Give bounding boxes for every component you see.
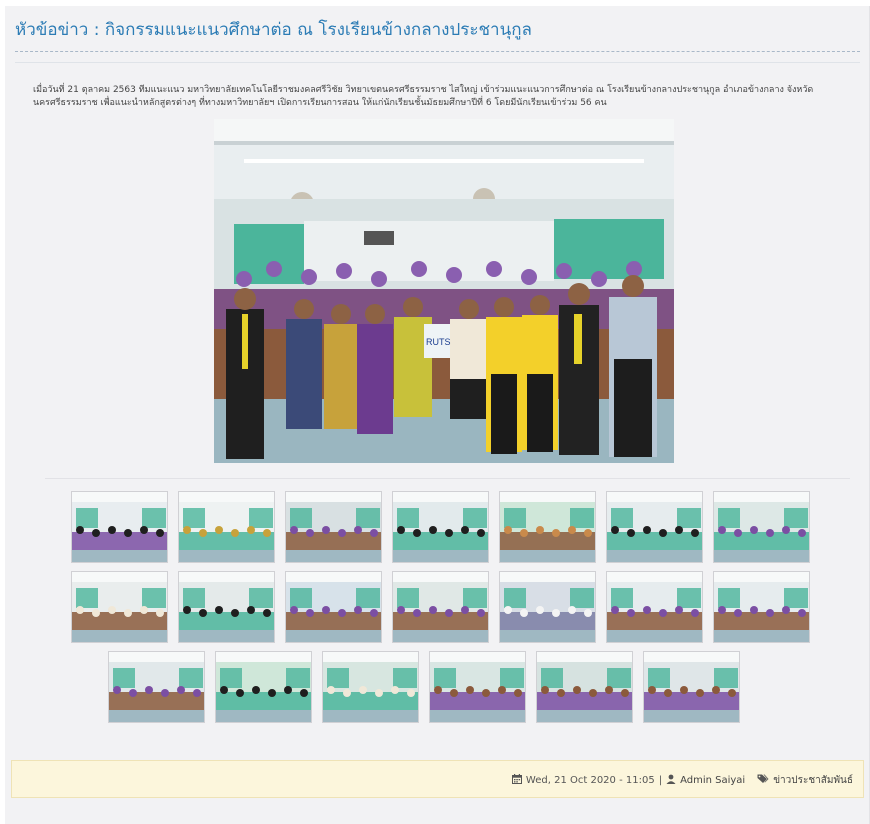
thumbnail-image bbox=[179, 492, 274, 562]
thumbnail-image bbox=[72, 572, 167, 642]
post-footer: Wed, 21 Oct 2020 - 11:05 | Admin Saiyai … bbox=[11, 760, 864, 798]
thumbnail-image bbox=[179, 572, 274, 642]
thumbnail-image bbox=[607, 492, 702, 562]
thumbnail-image bbox=[393, 492, 488, 562]
gallery-thumbnail[interactable] bbox=[71, 571, 168, 643]
thumbnail-image bbox=[109, 652, 204, 722]
thumbnail-image bbox=[216, 652, 311, 722]
gallery-thumbnail[interactable] bbox=[178, 491, 275, 563]
tags-icon bbox=[757, 774, 769, 787]
category-link[interactable]: ข่าวประชาสัมพันธ์ bbox=[773, 773, 853, 788]
thumbnail-image bbox=[286, 572, 381, 642]
group-photo-illustration: RUTS bbox=[214, 119, 674, 463]
thumbnail-image bbox=[714, 492, 809, 562]
news-title: หัวข้อข่าว : กิจกรรมแนะแนวศึกษาต่อ ณ โรง… bbox=[15, 16, 860, 52]
gallery-thumbnail[interactable] bbox=[606, 571, 703, 643]
main-photo[interactable]: RUTS bbox=[214, 119, 674, 463]
gallery-thumbnail[interactable] bbox=[392, 571, 489, 643]
gallery-thumbnail[interactable] bbox=[713, 491, 810, 563]
news-panel: หัวข้อข่าว : กิจกรรมแนะแนวศึกษาต่อ ณ โรง… bbox=[5, 6, 870, 824]
thumbnail-image bbox=[500, 572, 595, 642]
gallery-thumbnail[interactable] bbox=[499, 491, 596, 563]
gallery-thumbnail[interactable] bbox=[499, 571, 596, 643]
thumbnail-image bbox=[714, 572, 809, 642]
thumbnail-image bbox=[430, 652, 525, 722]
author-link[interactable]: Admin Saiyai bbox=[680, 775, 745, 786]
thumbnail-image bbox=[500, 492, 595, 562]
thumbnail-image bbox=[286, 492, 381, 562]
thumbnail-image bbox=[644, 652, 739, 722]
post-date: Wed, 21 Oct 2020 - 11:05 bbox=[525, 775, 655, 786]
gallery-thumbnail[interactable] bbox=[285, 491, 382, 563]
gallery-thumbnail[interactable] bbox=[108, 651, 205, 723]
gallery-thumbnail[interactable] bbox=[536, 651, 633, 723]
gallery-thumbnail[interactable] bbox=[392, 491, 489, 563]
news-body: เมื่อวันที่ 21 ตุลาคม 2563 ทีมแนะแนว มหา… bbox=[33, 85, 814, 108]
thumbnail-image bbox=[607, 572, 702, 642]
title-divider bbox=[15, 62, 860, 63]
thumbnail-image bbox=[537, 652, 632, 722]
gallery-thumbnail[interactable] bbox=[178, 571, 275, 643]
gallery-thumbnail[interactable] bbox=[322, 651, 419, 723]
meta-separator: | bbox=[658, 775, 663, 786]
gallery-thumbnail[interactable] bbox=[643, 651, 740, 723]
thumbnail-image bbox=[323, 652, 418, 722]
gallery-thumbnail[interactable] bbox=[713, 571, 810, 643]
post-meta: Wed, 21 Oct 2020 - 11:05 | Admin Saiyai … bbox=[511, 773, 853, 788]
bag-label: RUTS bbox=[426, 337, 451, 347]
user-icon bbox=[666, 774, 676, 787]
gallery-thumbnail[interactable] bbox=[606, 491, 703, 563]
calendar-icon bbox=[511, 774, 522, 787]
gallery-divider bbox=[45, 478, 850, 479]
gallery-thumbnail[interactable] bbox=[71, 491, 168, 563]
gallery-thumbnail[interactable] bbox=[215, 651, 312, 723]
gallery-thumbnail[interactable] bbox=[285, 571, 382, 643]
gallery-thumbnail[interactable] bbox=[429, 651, 526, 723]
thumbnail-image bbox=[72, 492, 167, 562]
thumbnail-image bbox=[393, 572, 488, 642]
